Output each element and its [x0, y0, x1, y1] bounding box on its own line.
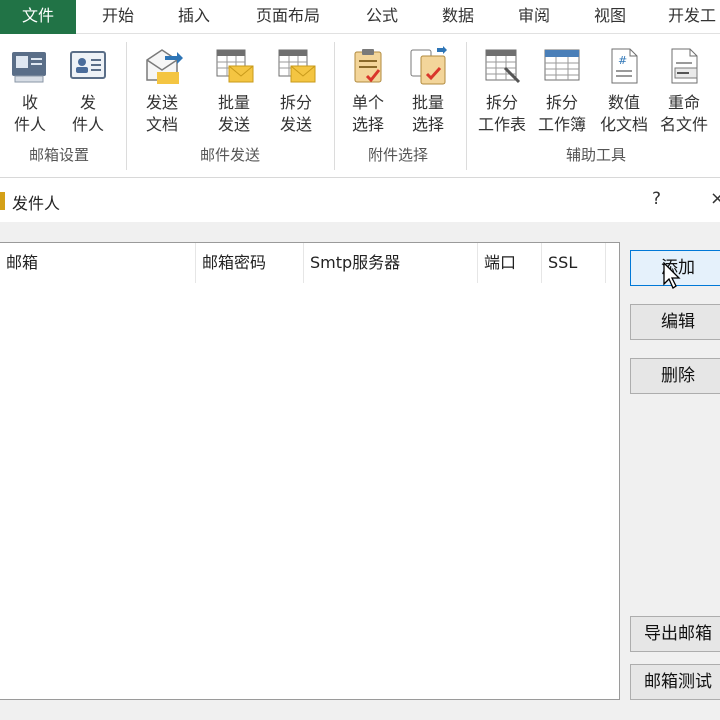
ribbon-label-numeric-doc-2: 化文档: [599, 115, 648, 134]
dialog-body: 邮箱 邮箱密码 Smtp服务器 端口 SSL 添加 编辑 删除 导出邮箱 邮箱测…: [0, 222, 720, 720]
ribbon-button-single-select[interactable]: 单个 选择: [338, 42, 398, 136]
ribbon-label-bulk-select-1: 批量: [411, 93, 444, 112]
tab-home[interactable]: 开始: [92, 0, 144, 34]
multi-clipboard-check-icon: [410, 46, 447, 85]
test-mailbox-button[interactable]: 邮箱测试: [630, 664, 720, 700]
tab-view[interactable]: 视图: [584, 0, 636, 34]
column-header-ssl[interactable]: SSL: [542, 243, 606, 283]
edit-button[interactable]: 编辑: [630, 304, 720, 340]
ribbon-label-senders-1: 发: [79, 93, 96, 112]
ribbon-label-send-doc-2: 文档: [145, 115, 178, 134]
rename-file-icon: [671, 48, 698, 84]
ribbon-label-single-select-1: 单个: [351, 93, 384, 112]
delete-button[interactable]: 删除: [630, 358, 720, 394]
dialog-title-bar: 发件人 ? ×: [0, 180, 720, 222]
column-header-port[interactable]: 端口: [478, 243, 542, 283]
ribbon-button-senders[interactable]: 发 件人: [58, 42, 118, 136]
split-worksheet-icon: [485, 49, 521, 84]
ribbon-label-receivers-2: 件人: [13, 115, 46, 134]
ribbon-tab-bar: 文件 开始 插入 页面布局 公式 数据 审阅 视图 开发工: [0, 0, 720, 34]
svg-text:#: #: [618, 54, 627, 67]
clipboard-check-icon: [354, 49, 382, 83]
ribbon-button-bulk-select[interactable]: 批量 选择: [398, 42, 458, 136]
group-divider: [466, 42, 467, 170]
ribbon-label-split-worksheet-1: 拆分: [485, 93, 518, 112]
ribbon-label-split-workbook-2: 工作簿: [537, 115, 586, 134]
tab-insert[interactable]: 插入: [168, 0, 220, 34]
tab-developer[interactable]: 开发工: [660, 0, 720, 34]
ribbon-label-send-doc-1: 发送: [145, 93, 178, 112]
group-label-mail-sending: 邮件发送: [199, 146, 260, 164]
ribbon-button-rename-file[interactable]: 重命 名文件: [654, 42, 714, 136]
ribbon-label-split-workbook-1: 拆分: [545, 93, 578, 112]
dialog-title: 发件人: [12, 194, 61, 213]
ribbon-label-split-send-2: 发送: [279, 115, 312, 134]
group-label-helper-tools: 辅助工具: [565, 146, 626, 164]
ribbon-label-rename-file-1: 重命: [667, 93, 700, 112]
ribbon-button-send-document[interactable]: 发送 文档: [132, 42, 192, 136]
tab-formulas[interactable]: 公式: [356, 0, 408, 34]
ribbon-label-bulk-send-2: 发送: [217, 115, 250, 134]
tab-review[interactable]: 审阅: [508, 0, 560, 34]
tab-file[interactable]: 文件: [0, 0, 76, 34]
tab-page-layout[interactable]: 页面布局: [244, 0, 332, 34]
bulk-send-sheet-icon: [216, 49, 254, 83]
column-header-email[interactable]: 邮箱: [0, 243, 196, 283]
ribbon-label-single-select-2: 选择: [351, 115, 384, 134]
group-label-attachment-select: 附件选择: [367, 146, 428, 164]
numeric-document-icon: #: [611, 48, 638, 84]
sender-list-header: 邮箱 邮箱密码 Smtp服务器 端口 SSL: [0, 243, 619, 283]
column-header-smtp[interactable]: Smtp服务器: [304, 243, 478, 283]
group-divider: [126, 42, 127, 170]
ribbon-button-split-send[interactable]: 拆分 发送: [266, 42, 326, 136]
ribbon-label-numeric-doc-1: 数值: [607, 93, 640, 112]
export-mailboxes-button[interactable]: 导出邮箱: [630, 616, 720, 652]
ribbon-label-receivers-1: 收: [21, 93, 38, 112]
ribbon-button-split-worksheet[interactable]: 拆分 工作表: [472, 42, 532, 136]
ribbon: 收 件人 发 件人 邮箱设置 发送 文档 批量 发送 拆分 发送 邮件发送 单个…: [0, 34, 720, 178]
ribbon-button-numeric-document[interactable]: # 数值 化文档: [594, 42, 654, 136]
inbox-card-icon: [12, 52, 46, 83]
sender-list[interactable]: 邮箱 邮箱密码 Smtp服务器 端口 SSL: [0, 242, 620, 700]
tab-data[interactable]: 数据: [432, 0, 484, 34]
group-label-mail-settings: 邮箱设置: [28, 146, 89, 164]
mouse-pointer-icon: [663, 262, 681, 289]
split-workbook-icon: [544, 49, 580, 81]
contact-card-icon: [70, 51, 106, 79]
ribbon-button-bulk-send[interactable]: 批量 发送: [204, 42, 264, 136]
help-icon[interactable]: ?: [652, 189, 661, 209]
split-send-sheet-icon: [278, 49, 316, 83]
ribbon-button-split-workbook[interactable]: 拆分 工作簿: [532, 42, 592, 136]
column-header-password[interactable]: 邮箱密码: [196, 243, 304, 283]
ribbon-label-split-worksheet-2: 工作表: [477, 115, 526, 134]
dialog-app-icon: [0, 192, 5, 210]
ribbon-label-rename-file-2: 名文件: [659, 115, 708, 134]
ribbon-label-bulk-send-1: 批量: [217, 93, 250, 112]
ribbon-label-senders-2: 件人: [71, 115, 104, 134]
send-envelope-icon: [146, 49, 183, 84]
ribbon-label-split-send-1: 拆分: [279, 93, 312, 112]
ribbon-button-receivers[interactable]: 收 件人: [0, 42, 60, 136]
ribbon-label-bulk-select-2: 选择: [411, 115, 444, 134]
group-divider: [334, 42, 335, 170]
close-icon[interactable]: ×: [710, 188, 720, 209]
